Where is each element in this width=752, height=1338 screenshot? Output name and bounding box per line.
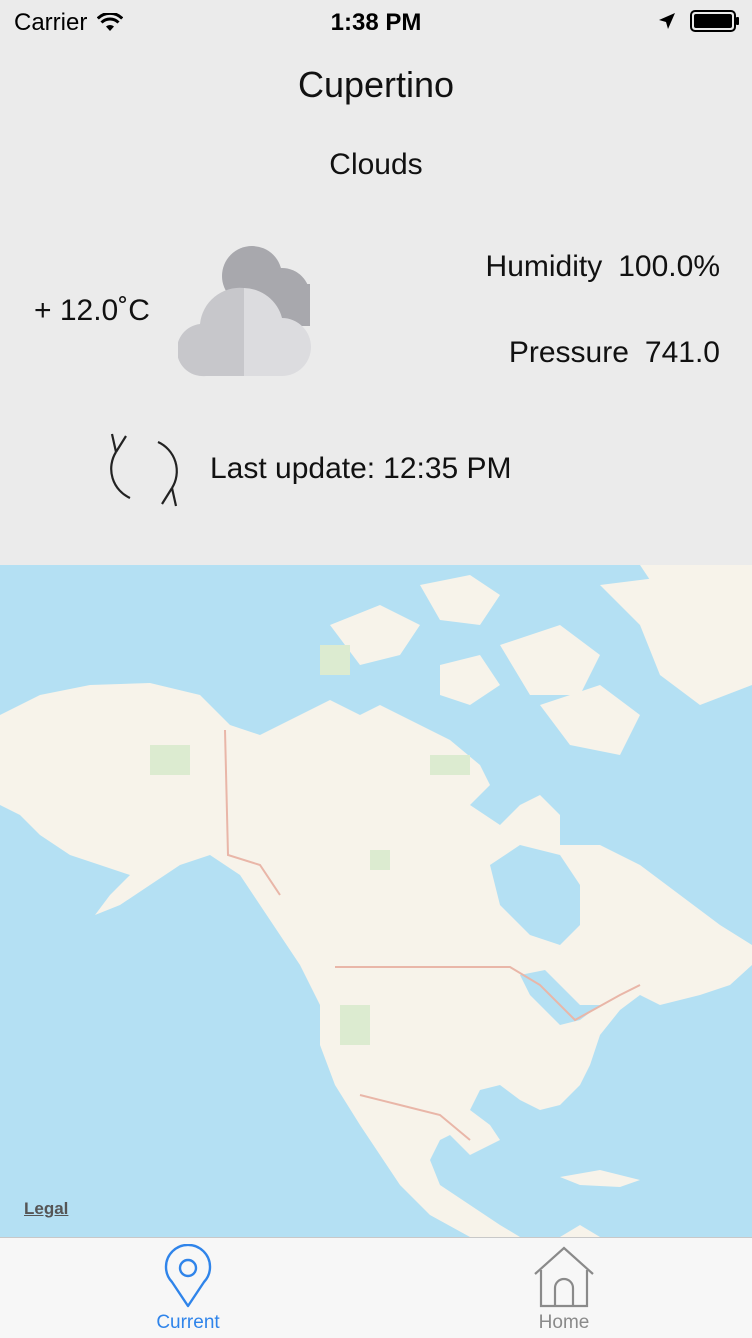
- status-right-icons: [658, 10, 740, 32]
- location-arrow-icon: [659, 13, 675, 29]
- status-bar: Carrier 1:38 PM: [0, 0, 752, 44]
- humidity-value: 100.0%: [618, 250, 720, 283]
- city-name: Cupertino: [297, 64, 455, 105]
- pressure-label: Pressure: [508, 336, 629, 369]
- map-view[interactable]: Legal: [0, 565, 752, 1237]
- humidity-label: Humidity: [485, 250, 603, 283]
- last-update-value: 12:35 PM: [383, 452, 512, 485]
- temperature: + 12.0˚C: [34, 294, 150, 327]
- last-update-label: Last update:: [210, 452, 376, 485]
- tab-home[interactable]: Home: [376, 1238, 752, 1338]
- tab-current[interactable]: Current: [0, 1238, 376, 1338]
- pressure-row: Pressure 741.0: [509, 336, 720, 370]
- location-pin-icon: [164, 1244, 212, 1308]
- house-icon: [534, 1246, 594, 1308]
- clouds-icon: [178, 246, 311, 377]
- map-canvas: [0, 565, 752, 1237]
- weather-condition: Clouds: [329, 148, 423, 181]
- humidity-row: Humidity 100.0%: [486, 250, 720, 284]
- weather-screen: Carrier 1:38 PM Cupertino Clouds + 12.0˚…: [0, 0, 752, 1338]
- status-time: 1:38 PM: [330, 9, 422, 36]
- last-update: Last update: 12:35 PM: [210, 452, 512, 486]
- pressure-value: 741.0: [644, 336, 720, 369]
- battery-icon: [690, 10, 739, 32]
- tab-bar: Current Home: [0, 1237, 752, 1338]
- legal-link[interactable]: Legal: [24, 1199, 68, 1219]
- refresh-icon[interactable]: [104, 430, 184, 510]
- tab-current-label: Current: [156, 1312, 220, 1333]
- weather-panel: Cupertino Clouds + 12.0˚C Humidity 100.0…: [0, 44, 752, 565]
- tab-home-label: Home: [538, 1312, 590, 1333]
